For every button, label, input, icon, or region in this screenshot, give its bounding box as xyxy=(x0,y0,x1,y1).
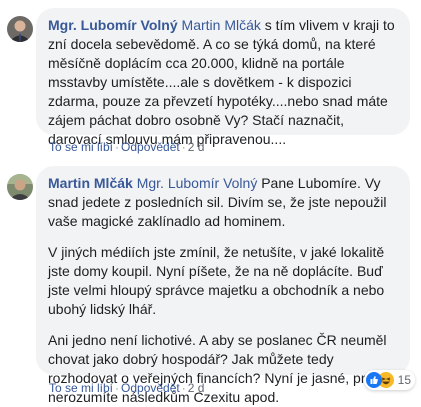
comment-paragraph: Ani jedno není lichotivé. A aby se posla… xyxy=(48,332,387,405)
comment-paragraph: V jiných médiích jste zmínil, že netušít… xyxy=(48,244,385,317)
reply-link[interactable]: Odpovědět xyxy=(121,140,180,154)
comment-text: Mgr. Lubomír Volný Martin Mlčák s tím vl… xyxy=(48,16,398,149)
comment-text: Martin Mlčák Mgr. Lubomír Volný Pane Lub… xyxy=(48,174,398,231)
comment-timestamp[interactable]: 2 d xyxy=(188,381,205,395)
like-link[interactable]: To se mi líbí xyxy=(49,381,113,395)
comment-author[interactable]: Martin Mlčák xyxy=(48,175,133,191)
comment-mention[interactable]: Mgr. Lubomír Volný xyxy=(137,175,258,191)
avatar-lubomir-volny[interactable] xyxy=(7,16,33,42)
comment-mention[interactable]: Martin Mlčák xyxy=(182,17,261,33)
comment-bubble: Martin Mlčák Mgr. Lubomír Volný Pane Lub… xyxy=(36,166,410,405)
comment-paragraph: s tím vlivem v kraji to zní docela sebev… xyxy=(48,17,395,147)
like-icon xyxy=(365,372,382,388)
comment-timestamp[interactable]: 2 d xyxy=(188,140,205,154)
reaction-summary[interactable]: 15 xyxy=(363,370,415,390)
reply-link[interactable]: Odpovědět xyxy=(121,381,180,395)
comment-author[interactable]: Mgr. Lubomír Volný xyxy=(48,17,178,33)
comment-bubble: Mgr. Lubomír Volný Martin Mlčák s tím vl… xyxy=(36,8,410,147)
reaction-count: 15 xyxy=(397,373,411,387)
comment-actions: To se mi líbí · Odpovědět · 2 d xyxy=(49,140,205,154)
like-link[interactable]: To se mi líbí xyxy=(49,140,113,154)
avatar-martin-mlcak[interactable] xyxy=(7,174,33,200)
comment-actions: To se mi líbí · Odpovědět · 2 d xyxy=(49,381,205,395)
